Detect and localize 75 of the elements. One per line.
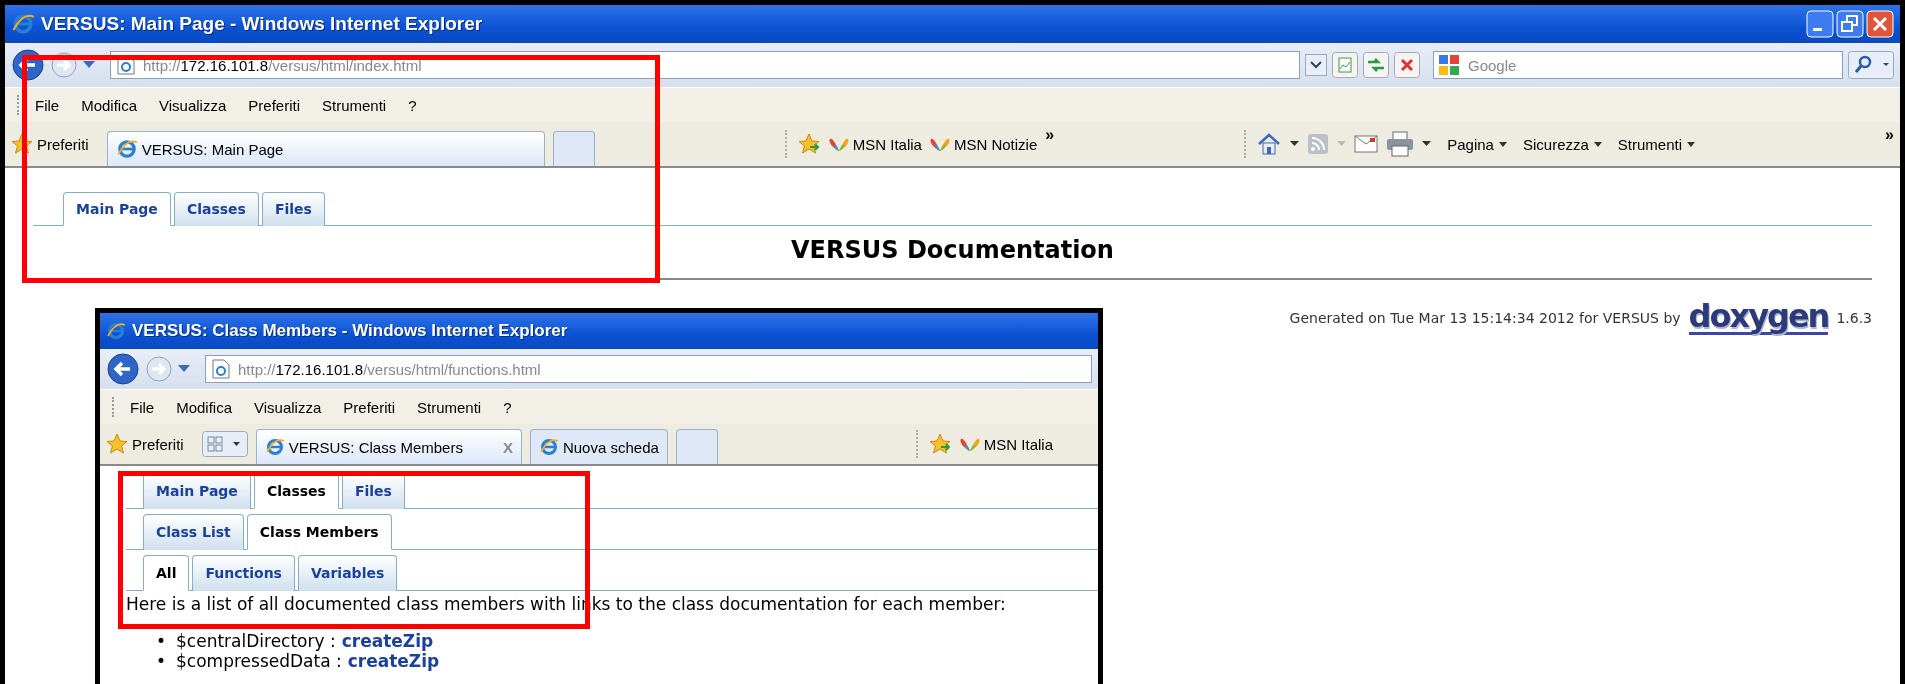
command-menu[interactable]: Strumenti [1617,135,1695,153]
menu-item[interactable]: Visualizza [159,96,227,114]
favorite-link[interactable]: MSN Italia [828,135,922,153]
minimize-button[interactable] [1806,10,1834,38]
menu-item[interactable]: Preferiti [248,96,300,114]
window-title: VERSUS: Main Page - Windows Internet Explorer [41,13,483,35]
menu-item[interactable]: Modifica [176,398,233,416]
menu-item[interactable]: Preferiti [343,398,395,416]
footer-text: Generated on Tue Mar 13 15:14:34 2012 for VERSUS by [1289,309,1681,326]
address-field[interactable]: http://172.16.101.8/versus/html/functions.html [205,355,1092,383]
browser-logo-icon [538,437,559,457]
browser-tab[interactable]: VERSUS: Main Page [106,131,545,166]
caret-icon [1687,141,1695,147]
caret-icon [1498,141,1507,147]
overflow-button[interactable]: » [1045,126,1055,144]
menu-item[interactable]: Strumenti [322,96,387,114]
compatibility-button[interactable] [1332,52,1358,78]
browser-logo-icon [115,138,138,160]
dropdown-caret-icon[interactable] [1422,141,1432,147]
nav-tab[interactable]: All [143,555,190,591]
menu-item[interactable]: File [35,96,60,114]
stop-button[interactable] [1394,52,1420,78]
nav-tab[interactable]: Classes [173,192,259,226]
dropdown-caret-icon[interactable] [1290,141,1300,147]
nav-tab[interactable]: Class List [143,514,244,550]
refresh-button[interactable] [1363,52,1389,78]
favorite-link[interactable]: MSN Notizie [929,135,1038,153]
browser-tab[interactable]: Nuova scheda [529,429,668,464]
window-title: VERSUS: Class Members - Windows Internet Explorer [132,321,568,341]
back-button[interactable] [106,352,140,386]
add-favorite-icon[interactable] [927,433,952,455]
menu-item[interactable]: Visualizza [254,398,322,416]
close-button[interactable] [1866,10,1894,38]
command-menu[interactable]: Sicurezza [1522,135,1602,153]
menu-item[interactable]: Modifica [81,96,138,114]
restore-button[interactable] [1836,10,1864,38]
add-favorite-icon[interactable] [796,133,821,155]
member-name: $compressedData : [176,651,342,671]
star-icon [106,433,128,455]
doxygen-logo[interactable]: doxygen [1688,300,1829,335]
bullet: • [156,631,167,651]
search-button[interactable] [1848,51,1894,79]
address-field[interactable]: http://172.16.101.8/versus/html/index.html [110,51,1300,79]
favorite-link[interactable]: MSN Italia [959,435,1053,453]
page-icon [212,359,230,379]
nav-tab[interactable]: Variables [297,555,398,591]
browser-logo-icon [11,12,35,36]
browser-tab[interactable]: VERSUS: Class Members X [255,429,522,464]
class-link[interactable]: createZip [341,631,434,651]
menu-item[interactable]: ? [408,96,417,114]
member-name: $centralDirectory : [176,631,336,651]
nav-tab[interactable]: Main Page [63,192,171,226]
version-text: 1.6.3 [1836,309,1872,326]
quick-tabs-button[interactable] [201,431,248,457]
nav-tab[interactable]: Functions [192,555,295,591]
overflow-button[interactable]: » [1885,126,1894,144]
search-field[interactable]: Google [1433,51,1843,79]
class-link[interactable]: createZip [347,651,440,671]
bullet: • [156,651,167,671]
browser-logo-icon [264,437,285,457]
browser-logo-icon [106,321,126,341]
menu-item[interactable]: ? [503,398,512,416]
menu-item[interactable]: Strumenti [417,398,482,416]
favorites-button[interactable]: Preferiti [106,433,184,455]
printer-icon[interactable] [1386,131,1415,157]
nav-tab[interactable]: Files [261,192,325,226]
menu-item[interactable]: File [130,398,155,416]
mail-icon[interactable] [1354,135,1379,153]
page-title: VERSUS Documentation [790,236,1115,264]
dropdown-button[interactable] [1305,54,1327,76]
squares-logo-icon [1438,54,1460,76]
caret-icon [1593,141,1602,147]
command-menu[interactable]: Pagina [1447,135,1507,153]
nav-tab[interactable]: Class Members [246,514,392,550]
forward-button[interactable] [145,355,173,383]
